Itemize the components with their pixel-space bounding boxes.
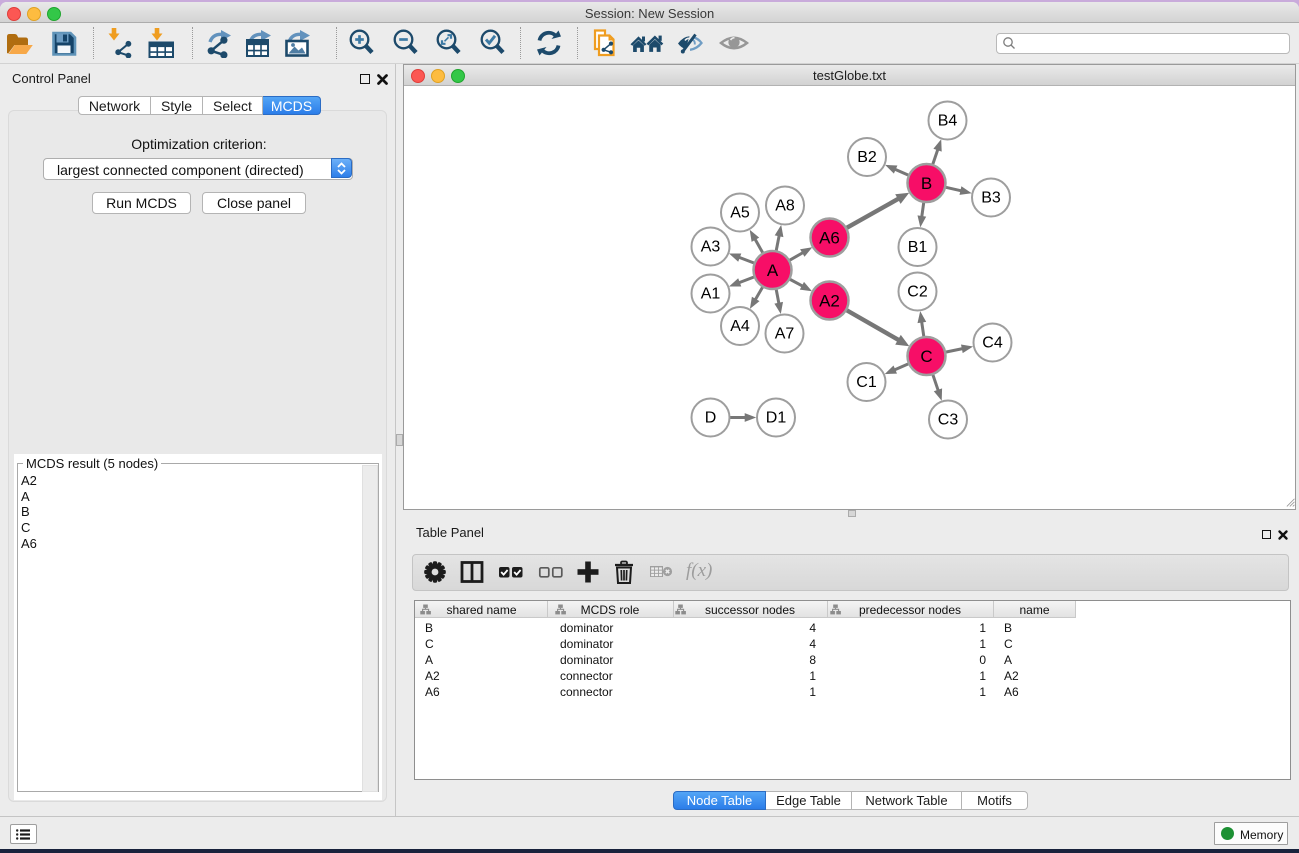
svg-text:A7: A7: [775, 326, 795, 343]
svg-text:C2: C2: [907, 284, 928, 301]
svg-text:A4: A4: [730, 318, 750, 335]
svg-text:A6: A6: [819, 229, 840, 248]
svg-text:B1: B1: [908, 239, 928, 256]
svg-text:B2: B2: [857, 149, 877, 166]
svg-text:A1: A1: [701, 286, 721, 303]
svg-text:C3: C3: [938, 412, 959, 429]
svg-text:A: A: [767, 261, 779, 280]
svg-text:A5: A5: [730, 205, 750, 222]
svg-text:A2: A2: [819, 292, 840, 311]
svg-text:B3: B3: [981, 190, 1001, 207]
svg-text:C1: C1: [856, 374, 877, 391]
svg-text:A3: A3: [701, 239, 721, 256]
svg-text:D1: D1: [766, 410, 787, 427]
svg-text:C: C: [920, 347, 932, 366]
svg-text:B4: B4: [938, 113, 958, 130]
svg-text:A8: A8: [775, 198, 795, 215]
svg-text:D: D: [705, 410, 717, 427]
svg-text:B: B: [921, 174, 932, 193]
svg-text:C4: C4: [982, 335, 1003, 352]
